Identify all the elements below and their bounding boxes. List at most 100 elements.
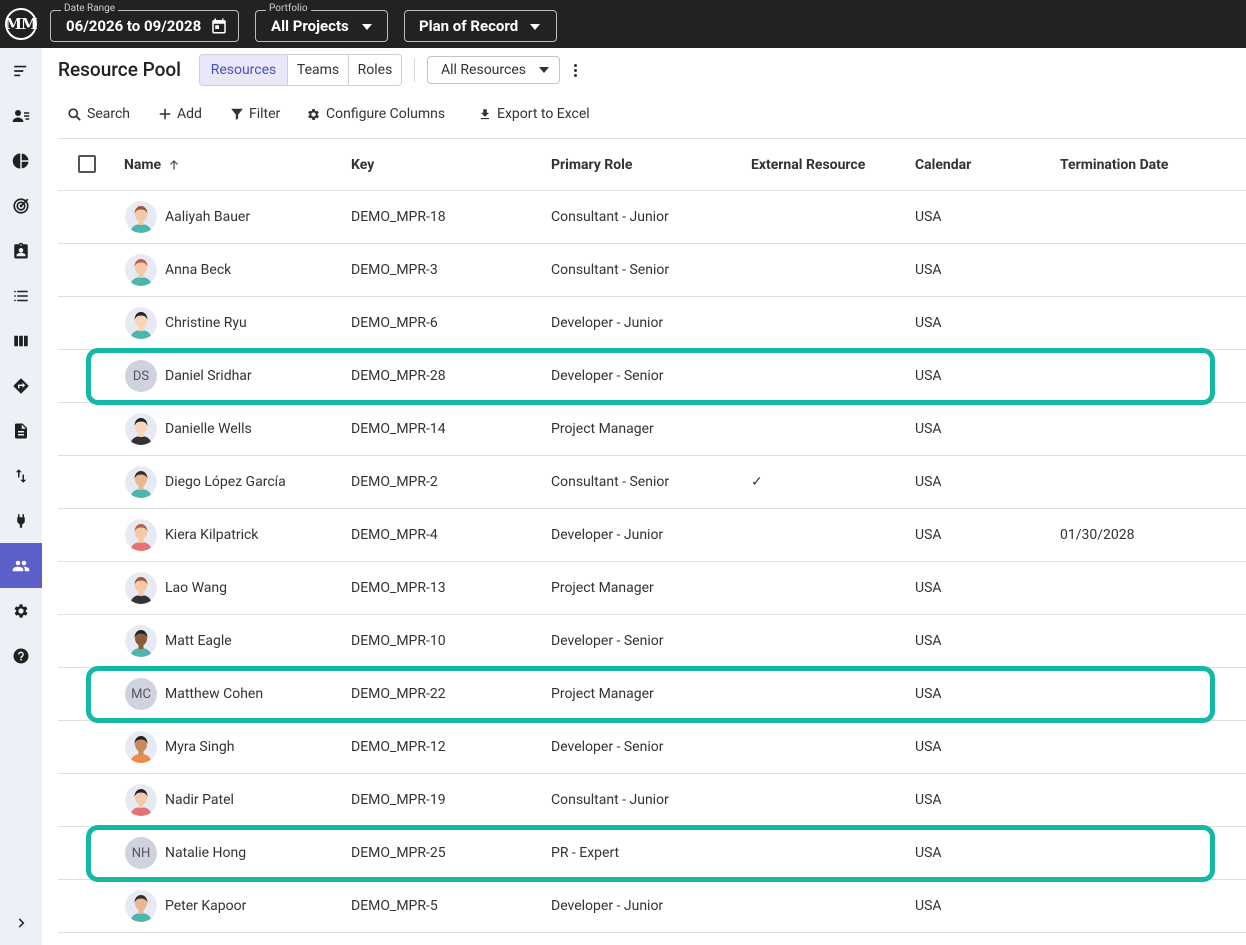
export-excel-button[interactable]: Export to Excel xyxy=(478,103,590,125)
table-row[interactable]: Anna Beck DEMO_MPR-3 Consultant - Senior… xyxy=(58,244,1246,297)
select-all-checkbox[interactable] xyxy=(78,155,96,173)
cell-primary-role: Developer - Senior xyxy=(551,739,664,755)
sidebar-expand-button[interactable] xyxy=(0,900,42,945)
cell-name[interactable]: Myra Singh xyxy=(165,721,234,773)
portfolio-value: All Projects xyxy=(271,17,349,35)
date-range-picker[interactable]: Date Range 06/2026 to 09/2028 xyxy=(50,3,239,42)
menu-icon xyxy=(14,65,27,76)
table-row[interactable]: NH Natalie Hong DEMO_MPR-25 PR - Expert … xyxy=(58,827,1246,880)
cell-name[interactable]: Kiera Kilpatrick xyxy=(165,509,258,561)
tab-resources[interactable]: Resources xyxy=(200,55,287,85)
cell-primary-role: Project Manager xyxy=(551,580,654,596)
calendar-icon xyxy=(212,18,226,34)
cell-calendar: USA xyxy=(915,792,942,808)
avatar xyxy=(125,572,157,604)
cell-key: DEMO_MPR-4 xyxy=(351,527,438,543)
filter-button[interactable]: Filter xyxy=(230,103,280,125)
nav-target[interactable] xyxy=(0,183,42,228)
table-row[interactable]: Danielle Wells DEMO_MPR-14 Project Manag… xyxy=(58,403,1246,456)
search-icon xyxy=(68,107,81,121)
cell-name[interactable]: Daniel Sridhar xyxy=(165,350,252,402)
avatar-initials: NH xyxy=(131,845,151,861)
nav-plug[interactable] xyxy=(0,498,42,543)
filter-icon xyxy=(231,108,243,120)
nav-menu[interactable] xyxy=(0,48,42,93)
more-options-button[interactable] xyxy=(568,60,582,80)
cell-name[interactable]: Danielle Wells xyxy=(165,403,252,455)
column-header-primary-role[interactable]: Primary Role xyxy=(551,139,632,190)
avatar xyxy=(125,254,157,286)
table-row[interactable]: DS Daniel Sridhar DEMO_MPR-28 Developer … xyxy=(58,350,1246,403)
table-row[interactable]: Lao Wang DEMO_MPR-13 Project Manager USA xyxy=(58,562,1246,615)
app-logo[interactable]: MM xyxy=(5,8,38,40)
table-row[interactable]: Nadir Patel DEMO_MPR-19 Consultant - Jun… xyxy=(58,774,1246,827)
cell-name[interactable]: Nadir Patel xyxy=(165,774,234,826)
cell-name[interactable]: Diego López García xyxy=(165,456,286,508)
avatar xyxy=(125,413,157,445)
tab-teams[interactable]: Teams xyxy=(287,55,348,85)
configure-columns-button[interactable]: Configure Columns xyxy=(306,103,445,125)
cell-calendar: USA xyxy=(915,739,942,755)
cell-name[interactable]: Aaliyah Bauer xyxy=(165,191,250,243)
cell-name[interactable]: Lao Wang xyxy=(165,562,227,614)
table-row[interactable]: Diego López García DEMO_MPR-2 Consultant… xyxy=(58,456,1246,509)
cell-primary-role: Developer - Junior xyxy=(551,527,664,543)
cell-name[interactable]: Christine Ryu xyxy=(165,297,247,349)
nav-help[interactable] xyxy=(0,633,42,678)
nav-directions[interactable] xyxy=(0,363,42,408)
cell-key: DEMO_MPR-3 xyxy=(351,262,438,278)
cell-key: DEMO_MPR-6 xyxy=(351,315,438,331)
nav-person-list[interactable] xyxy=(0,93,42,138)
table-row[interactable]: Peter Kapoor DEMO_MPR-5 Developer - Juni… xyxy=(58,880,1246,933)
cell-name[interactable]: Anna Beck xyxy=(165,244,231,296)
column-header-external-resource[interactable]: External Resource xyxy=(751,139,865,190)
nav-people[interactable] xyxy=(0,543,42,588)
cell-name[interactable]: Matthew Cohen xyxy=(165,668,263,720)
header-divider xyxy=(414,58,415,82)
cell-name[interactable]: Peter Kapoor xyxy=(165,880,246,932)
column-header-termination-date[interactable]: Termination Date xyxy=(1060,139,1168,190)
portfolio-select[interactable]: Portfolio All Projects xyxy=(255,3,388,42)
nav-columns[interactable] xyxy=(0,318,42,363)
table-row[interactable]: Kiera Kilpatrick DEMO_MPR-4 Developer - … xyxy=(58,509,1246,562)
table-row[interactable]: Aaliyah Bauer DEMO_MPR-18 Consultant - J… xyxy=(58,191,1246,244)
plan-select[interactable]: Plan of Record xyxy=(404,10,557,42)
cell-primary-role: Consultant - Junior xyxy=(551,209,669,225)
table-row[interactable]: Matt Eagle DEMO_MPR-10 Developer - Senio… xyxy=(58,615,1246,668)
table-row[interactable]: Christine Ryu DEMO_MPR-6 Developer - Jun… xyxy=(58,297,1246,350)
avatar-illustration xyxy=(125,254,157,286)
column-header-key[interactable]: Key xyxy=(351,139,374,190)
cell-key: DEMO_MPR-22 xyxy=(351,686,446,702)
cell-calendar: USA xyxy=(915,421,942,437)
cell-key: DEMO_MPR-19 xyxy=(351,792,446,808)
resource-filter-select[interactable]: All Resources xyxy=(427,56,560,84)
tab-roles[interactable]: Roles xyxy=(348,55,401,85)
nav-document[interactable] xyxy=(0,408,42,453)
cell-calendar: USA xyxy=(915,633,942,649)
caret-down-icon xyxy=(362,24,372,30)
table-row[interactable]: MC Matthew Cohen DEMO_MPR-22 Project Man… xyxy=(58,668,1246,721)
nav-list[interactable] xyxy=(0,273,42,318)
cell-external-resource: ✓ xyxy=(751,474,763,490)
avatar-initials: DS xyxy=(132,368,150,384)
nav-settings[interactable] xyxy=(0,588,42,633)
table-body: Aaliyah Bauer DEMO_MPR-18 Consultant - J… xyxy=(58,191,1246,933)
cell-key: DEMO_MPR-12 xyxy=(351,739,446,755)
nav-pie-chart[interactable] xyxy=(0,138,42,183)
date-range-legend: Date Range xyxy=(61,3,119,15)
cell-calendar: USA xyxy=(915,474,942,490)
page-title: Resource Pool xyxy=(58,58,182,81)
document-icon xyxy=(15,423,27,438)
add-button[interactable]: Add xyxy=(158,103,202,125)
cell-name[interactable]: Natalie Hong xyxy=(165,827,246,879)
avatar xyxy=(125,519,157,551)
view-tabs: Resources Teams Roles xyxy=(199,54,402,86)
column-header-calendar[interactable]: Calendar xyxy=(915,139,971,190)
nav-swap[interactable] xyxy=(0,453,42,498)
download-icon xyxy=(480,108,490,119)
column-header-name[interactable]: Name xyxy=(124,139,181,190)
table-row[interactable]: Myra Singh DEMO_MPR-12 Developer - Senio… xyxy=(58,721,1246,774)
cell-name[interactable]: Matt Eagle xyxy=(165,615,232,667)
search-button[interactable]: Search xyxy=(67,103,130,125)
nav-assignment[interactable] xyxy=(0,228,42,273)
